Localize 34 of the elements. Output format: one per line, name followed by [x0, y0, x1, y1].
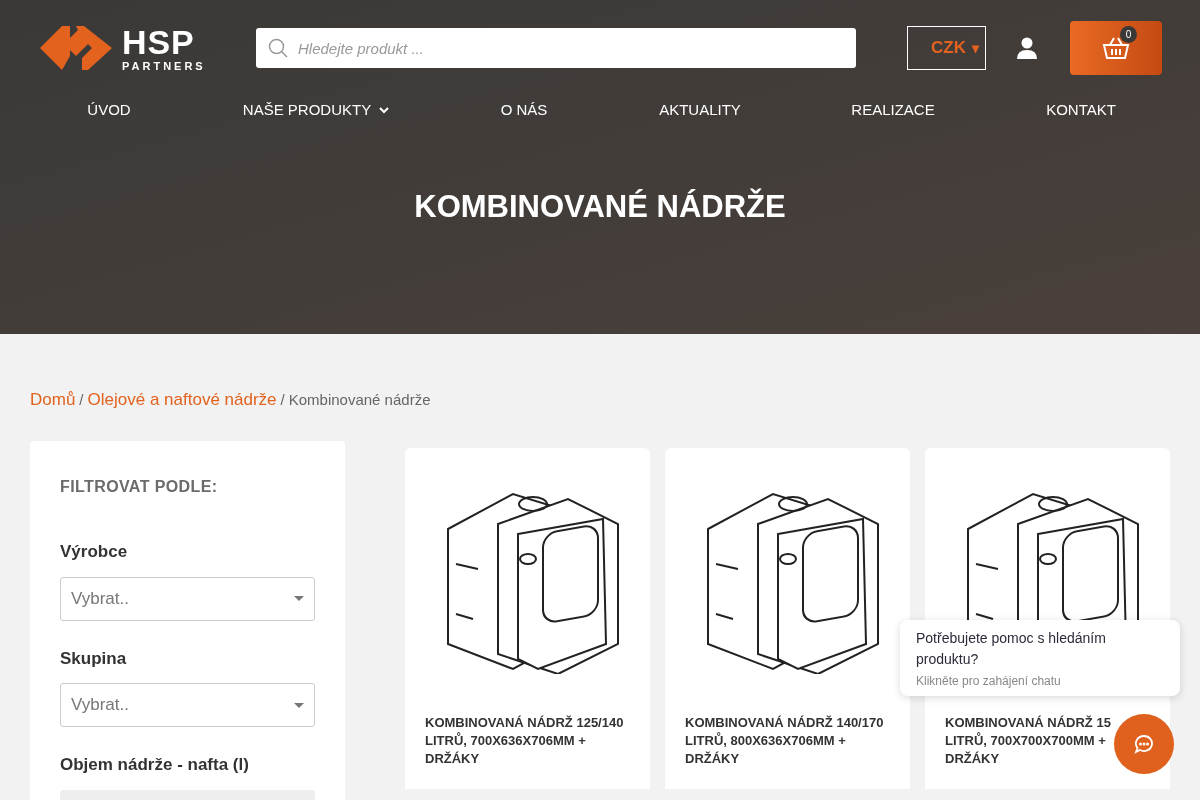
- search-icon: [268, 38, 288, 58]
- nav-link[interactable]: O NÁS: [500, 98, 548, 122]
- user-icon[interactable]: [1017, 37, 1037, 59]
- dropdown-caret-icon: [294, 596, 304, 601]
- nav-link[interactable]: REALIZACE: [851, 98, 935, 122]
- basket-icon: [1102, 36, 1130, 60]
- filter-label: Skupina: [60, 647, 128, 670]
- breadcrumb-separator: /: [79, 389, 84, 410]
- page-title: KOMBINOVANÉ NÁDRŽE: [413, 187, 787, 226]
- breadcrumb-current: Kombinované nádrže: [288, 389, 431, 410]
- chat-tooltip[interactable]: Potřebujete pomoc s hledáním produktu? Klikněte pro zahájení chatu: [900, 620, 1180, 696]
- filter-heading: FILTROVAT PODLE:: [60, 477, 219, 497]
- product-title[interactable]: KOMBINOVANÁ NÁDRŽ 125/140 LITRŮ, 700X636X706MM + DRŽÁKY: [425, 714, 630, 768]
- select-field[interactable]: Vybrat..: [60, 683, 315, 727]
- product-title[interactable]: KOMBINOVANÁ NÁDRŽ 15 LITRŮ, 700X700X700MM + DRŽÁKY: [945, 714, 1113, 768]
- breadcrumb-separator: /: [280, 389, 285, 410]
- nav-link[interactable]: NAŠE PRODUKTY: [242, 98, 390, 122]
- cart-button[interactable]: 0: [1070, 21, 1162, 75]
- select-field[interactable]: Vybrat..: [60, 576, 315, 621]
- nav-link[interactable]: AKTUALITY: [659, 98, 741, 122]
- chat-icon: [1134, 734, 1154, 754]
- product-card[interactable]: KOMBINOVANÁ NÁDRŽ 140/170 LITRŮ, 800X636X706MM + DRŽÁKY: [665, 448, 910, 789]
- logo-tagline: PARTNERS: [122, 60, 206, 72]
- nav-link[interactable]: KONTAKT: [1046, 98, 1116, 122]
- nav-link[interactable]: ÚVOD: [87, 98, 131, 122]
- filter-label: Objem nádrže - nafta (l): [60, 754, 250, 776]
- filter-label: Výrobce: [60, 541, 129, 563]
- cart-count-badge: 0: [1120, 26, 1137, 43]
- dropdown-caret-icon: [294, 702, 304, 708]
- logo-text: HSP: [122, 24, 196, 59]
- product-title[interactable]: KOMBINOVANÁ NÁDRŽ 140/170 LITRŮ, 800X636X706MM + DRŽÁKY: [685, 714, 890, 768]
- logo-icon: [40, 24, 112, 72]
- search-field[interactable]: Hledejte produkt ...: [256, 28, 856, 68]
- product-card[interactable]: KOMBINOVANÁ NÁDRŽ 125/140 LITRŮ, 700X636X706MM + DRŽÁKY: [405, 448, 650, 789]
